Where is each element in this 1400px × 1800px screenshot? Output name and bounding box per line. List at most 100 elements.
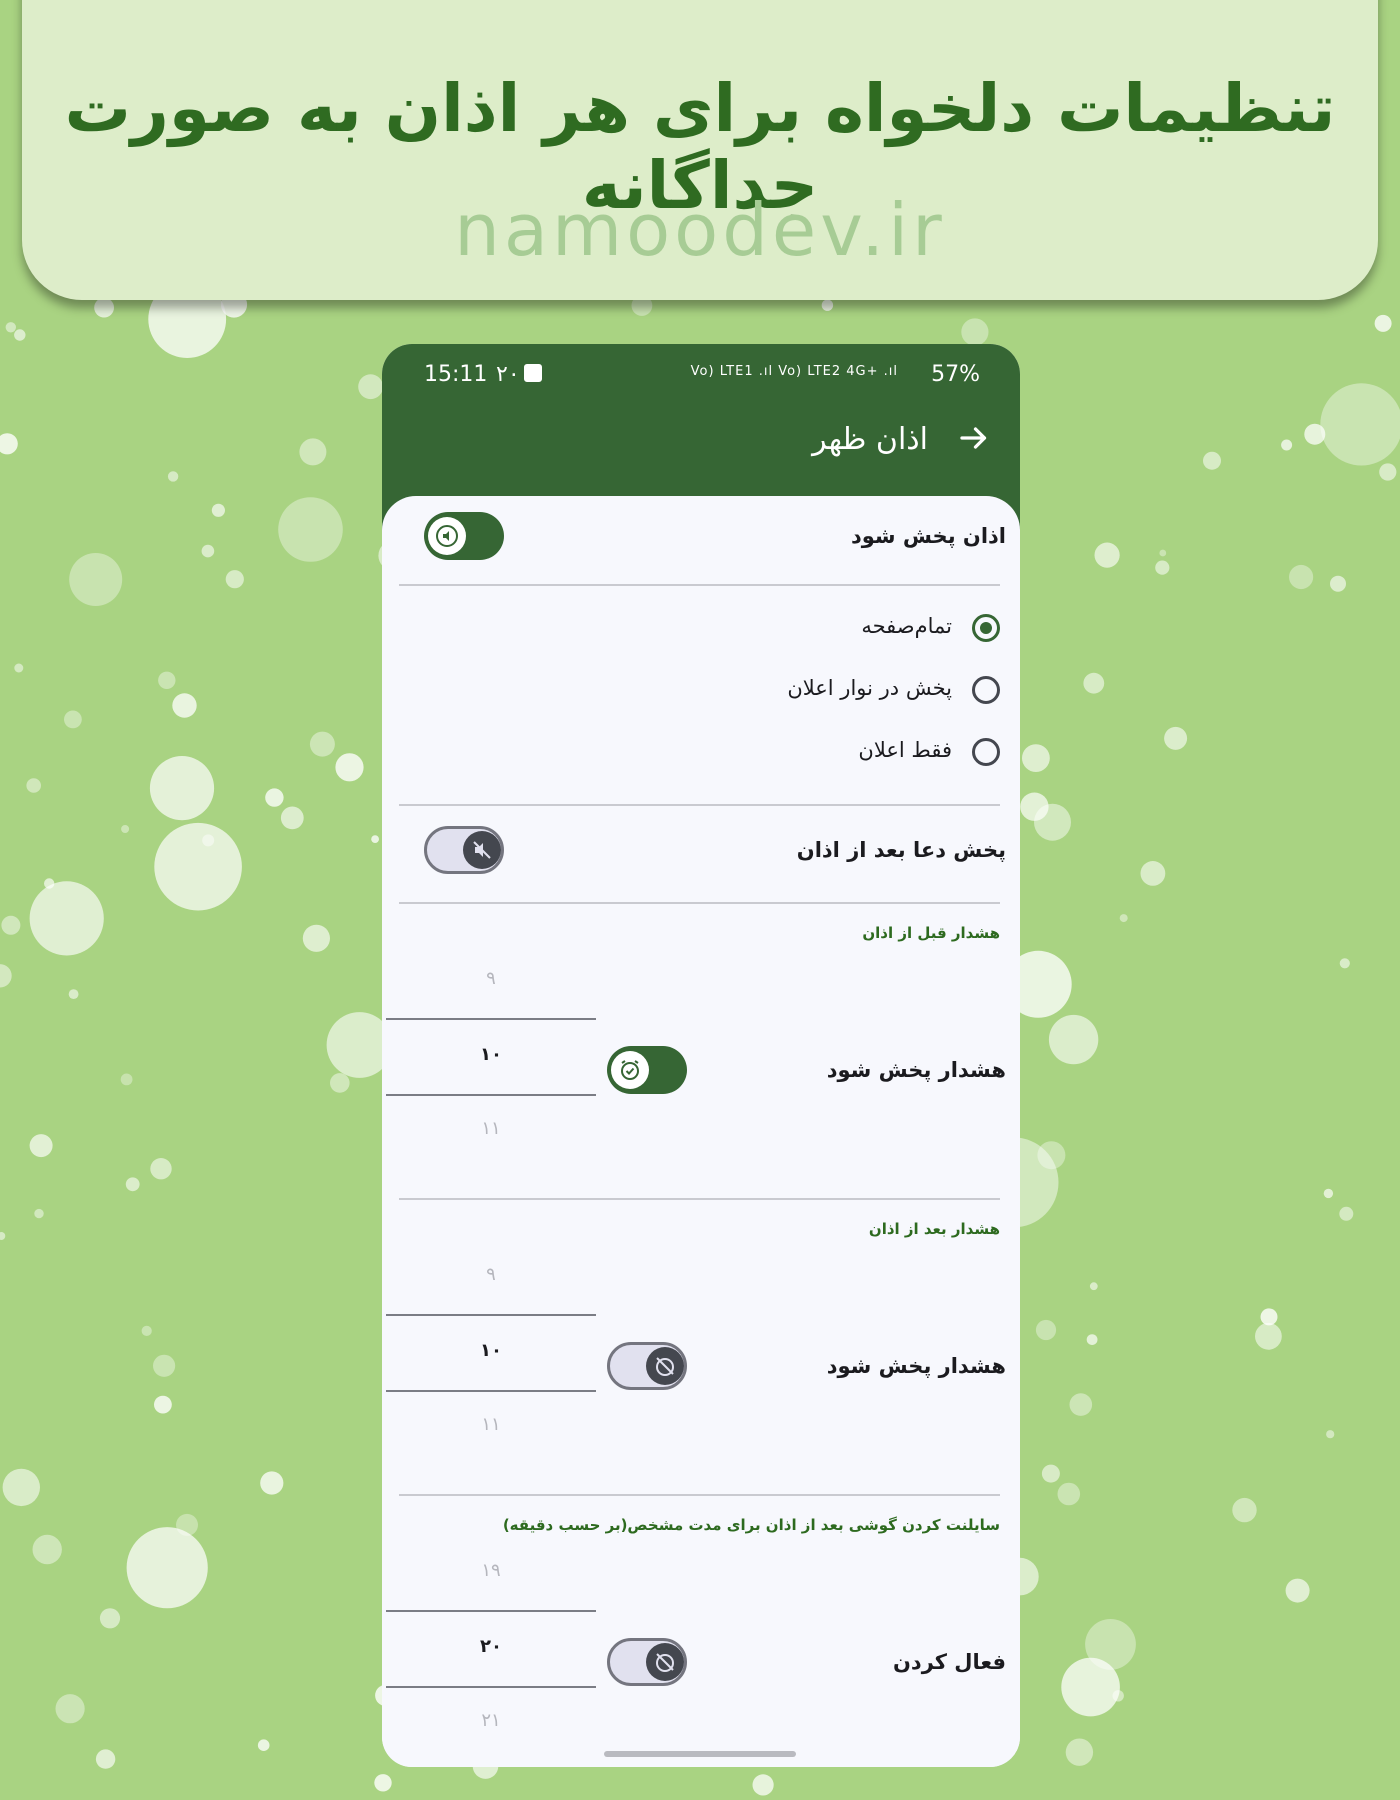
bokeh-dot bbox=[26, 778, 41, 793]
bokeh-dot bbox=[1159, 549, 1167, 557]
radio-button[interactable] bbox=[972, 738, 1000, 766]
warning-before-minutes-picker[interactable]: ۹ ۱۰ ۱۱ bbox=[386, 956, 596, 1176]
radio-button-selected[interactable] bbox=[972, 614, 1000, 642]
bokeh-dot bbox=[29, 881, 104, 956]
bokeh-dot bbox=[126, 1527, 208, 1609]
bokeh-dot bbox=[1281, 439, 1293, 451]
bokeh-dot bbox=[1330, 575, 1346, 592]
picker-next-value[interactable]: ۱۱ bbox=[386, 1414, 596, 1435]
dua-after-switch[interactable] bbox=[424, 826, 504, 874]
bokeh-dot bbox=[1034, 803, 1071, 841]
picker-prev-value[interactable]: ۹ bbox=[386, 1264, 596, 1285]
bokeh-dot bbox=[2, 1468, 40, 1507]
warning-after-minutes-picker[interactable]: ۹ ۱۰ ۱۱ bbox=[386, 1252, 596, 1472]
bokeh-dot bbox=[1, 915, 21, 935]
silent-minutes-picker[interactable]: ۱۹ ۲۰ ۲۱ bbox=[386, 1548, 596, 1767]
radio-notification-only[interactable]: فقط اعلان bbox=[700, 736, 1000, 770]
bokeh-dot bbox=[330, 1073, 350, 1093]
radio-label: پخش در نوار اعلان bbox=[787, 676, 952, 700]
bokeh-dot bbox=[1323, 1188, 1334, 1199]
silent-enable-switch[interactable] bbox=[607, 1638, 687, 1686]
banner-website: namoodev.ir bbox=[454, 188, 946, 272]
bokeh-dot bbox=[94, 297, 114, 318]
warning-before-switch[interactable] bbox=[607, 1046, 687, 1094]
adhan-play-switch[interactable] bbox=[424, 512, 504, 560]
bokeh-dot bbox=[1255, 1322, 1282, 1350]
bokeh-dot bbox=[1379, 463, 1397, 481]
warning-after-switch[interactable] bbox=[607, 1342, 687, 1390]
bokeh-dot bbox=[1065, 1738, 1094, 1766]
bokeh-dot bbox=[149, 756, 215, 821]
bokeh-dot bbox=[1086, 1334, 1098, 1345]
silent-section-label: سایلنت کردن گوشی بعد از اذان برای مدت مش… bbox=[502, 1516, 1000, 1534]
bokeh-dot bbox=[1326, 1430, 1335, 1439]
picker-prev-value[interactable]: ۱۹ bbox=[386, 1560, 596, 1581]
bokeh-dot bbox=[1119, 914, 1128, 923]
bokeh-dot bbox=[1339, 958, 1350, 969]
bokeh-dot bbox=[14, 663, 24, 673]
bokeh-dot bbox=[335, 753, 364, 782]
alarm-check-icon bbox=[621, 1060, 639, 1080]
bokeh-dot bbox=[211, 503, 225, 517]
bokeh-dot bbox=[34, 1208, 44, 1219]
warning-before-label: هشدار پخش شود bbox=[826, 1058, 1006, 1082]
picker-current-value[interactable]: ۱۰ bbox=[386, 1044, 596, 1065]
bokeh-dot bbox=[158, 671, 176, 689]
bokeh-dot bbox=[752, 1774, 774, 1796]
bokeh-dot bbox=[1304, 423, 1326, 445]
bokeh-dot bbox=[1035, 1319, 1057, 1341]
bokeh-dot bbox=[821, 299, 834, 311]
bokeh-dot bbox=[0, 1232, 6, 1240]
radio-label: فقط اعلان bbox=[858, 738, 952, 762]
settings-sheet: اذان پخش شود تمام‌صفحه پخش در نوار اعلان… bbox=[382, 496, 1020, 1767]
bokeh-dot bbox=[154, 1395, 172, 1414]
phone-screen: 15:11 ۲۰ Vo) LTE1 .ıl Vo) LTE2 4G+ .ıl 5… bbox=[382, 344, 1020, 1767]
picker-current-value[interactable]: ۲۰ bbox=[386, 1636, 596, 1657]
bokeh-dot bbox=[69, 553, 123, 606]
bokeh-dot bbox=[1041, 1464, 1060, 1483]
bokeh-dot bbox=[1232, 1497, 1257, 1523]
bokeh-dot bbox=[55, 1694, 85, 1724]
divider bbox=[399, 584, 1000, 586]
bokeh-dot bbox=[358, 374, 383, 400]
status-bar: 15:11 ۲۰ Vo) LTE1 .ıl Vo) LTE2 4G+ .ıl 5… bbox=[424, 362, 980, 392]
bokeh-dot bbox=[1089, 1282, 1098, 1291]
bokeh-dot bbox=[201, 544, 215, 558]
picker-next-value[interactable]: ۱۱ bbox=[386, 1118, 596, 1139]
picker-next-value[interactable]: ۲۱ bbox=[386, 1710, 596, 1731]
warning-after-section-label: هشدار بعد از اذان bbox=[868, 1220, 1000, 1238]
radio-fullscreen[interactable]: تمام‌صفحه bbox=[700, 612, 1000, 646]
divider bbox=[399, 804, 1000, 806]
bokeh-dot bbox=[68, 989, 79, 999]
warning-before-section-label: هشدار قبل از اذان bbox=[862, 924, 1000, 942]
home-indicator[interactable] bbox=[604, 1751, 796, 1757]
bokeh-dot bbox=[1022, 744, 1050, 772]
bokeh-dot bbox=[125, 1177, 140, 1192]
bokeh-dot bbox=[95, 1749, 116, 1769]
bokeh-dot bbox=[154, 822, 242, 911]
bokeh-dot bbox=[961, 318, 989, 346]
picker-prev-value[interactable]: ۹ bbox=[386, 968, 596, 989]
radio-label: تمام‌صفحه bbox=[861, 614, 952, 638]
radio-notification-bar[interactable]: پخش در نوار اعلان bbox=[700, 674, 1000, 708]
alarm-off-icon bbox=[656, 1653, 674, 1672]
dua-after-label: پخش دعا بعد از اذان bbox=[796, 838, 1006, 862]
bokeh-dot bbox=[374, 1774, 392, 1792]
bokeh-dot bbox=[176, 1513, 198, 1536]
bokeh-dot bbox=[1155, 560, 1170, 575]
bokeh-dot bbox=[257, 1739, 270, 1751]
bokeh-dot bbox=[260, 1471, 284, 1495]
bokeh-dot bbox=[32, 1534, 62, 1565]
bokeh-dot bbox=[167, 471, 179, 482]
arrow-back-icon[interactable] bbox=[956, 420, 992, 456]
bokeh-dot bbox=[1069, 1393, 1093, 1416]
bokeh-dot bbox=[5, 322, 16, 333]
bokeh-dot bbox=[265, 788, 284, 807]
picker-current-value[interactable]: ۱۰ bbox=[386, 1340, 596, 1361]
bokeh-dot bbox=[280, 806, 304, 830]
bokeh-dot bbox=[1339, 1206, 1354, 1221]
radio-button[interactable] bbox=[972, 676, 1000, 704]
bokeh-dot bbox=[278, 497, 343, 562]
bokeh-dot bbox=[202, 834, 215, 847]
image-notification-icon bbox=[524, 364, 542, 382]
